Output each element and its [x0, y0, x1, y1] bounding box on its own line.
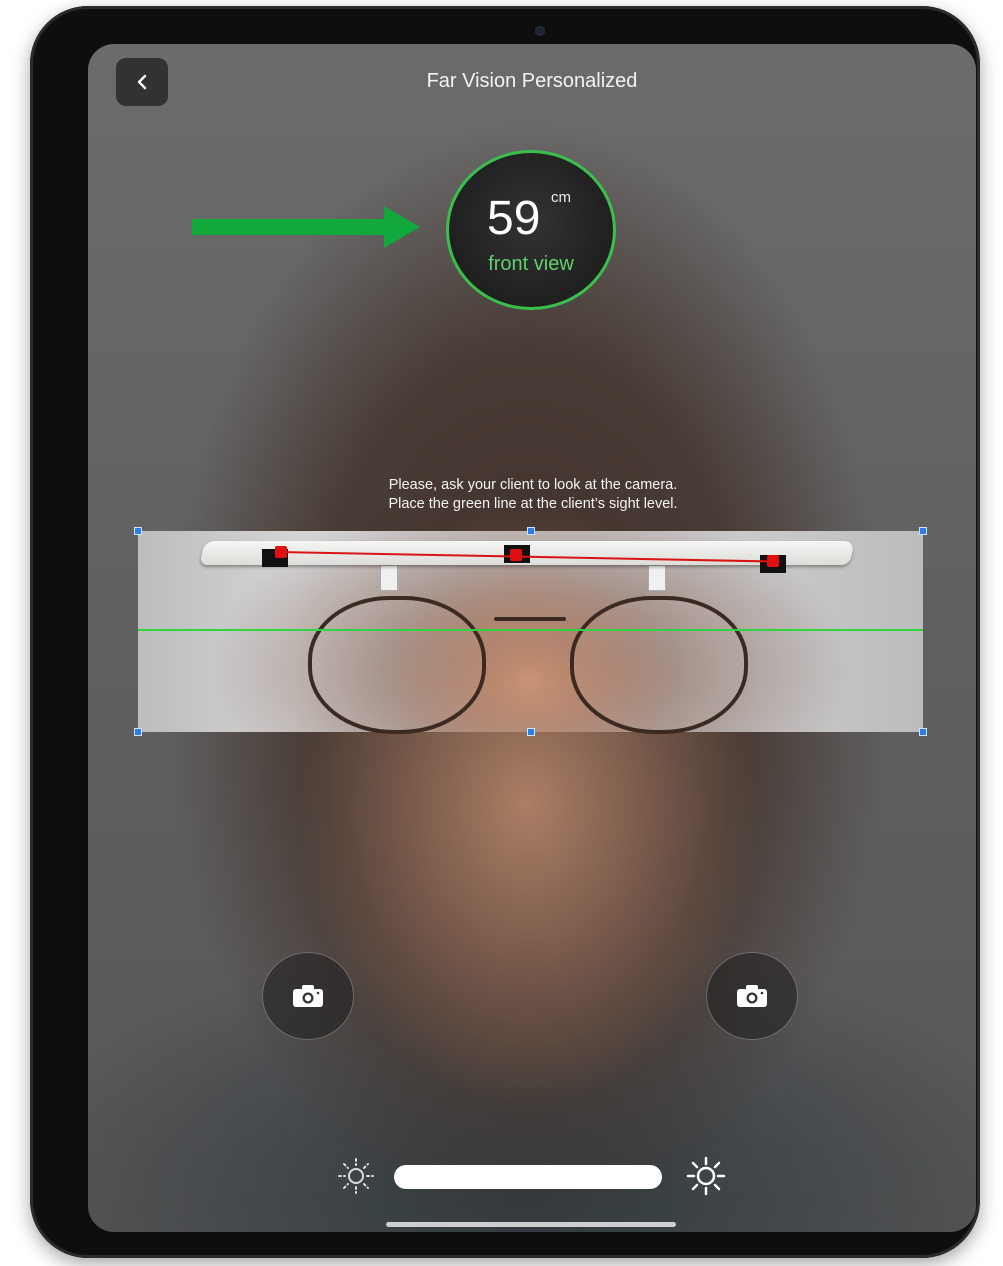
- distance-value: 59: [487, 192, 541, 245]
- frame-clip-right: [648, 565, 666, 591]
- left-camera-button[interactable]: [262, 952, 354, 1040]
- right-camera-button[interactable]: [706, 952, 798, 1040]
- home-indicator[interactable]: [386, 1222, 676, 1227]
- frame-clip-left: [380, 565, 398, 591]
- glasses-bridge: [494, 617, 566, 621]
- page-title: Far Vision Personalized: [426, 70, 638, 92]
- sun-high-icon: [686, 1156, 726, 1196]
- distance-indicator: 59 cm front view: [446, 150, 616, 310]
- crop-handle-top-right[interactable]: [919, 527, 927, 535]
- view-label: front view: [488, 253, 574, 275]
- crop-handle-bottom-center[interactable]: [527, 728, 535, 736]
- red-point-right[interactable]: [767, 555, 779, 567]
- measurement-crop-area[interactable]: [134, 527, 927, 736]
- crop-handle-top-left[interactable]: [134, 527, 142, 535]
- sight-level-line[interactable]: [138, 629, 923, 631]
- crop-handle-bottom-left[interactable]: [134, 728, 142, 736]
- tablet-device: Far Vision Personalized 59 cm front view…: [30, 6, 980, 1258]
- left-lens: [308, 596, 486, 734]
- crop-handle-top-center[interactable]: [527, 527, 535, 535]
- sun-low-icon: [338, 1158, 374, 1194]
- camera-icon: [737, 985, 767, 1007]
- instruction-text: Please, ask your client to look at the c…: [308, 476, 758, 514]
- camera-screen: Far Vision Personalized 59 cm front view…: [88, 44, 976, 1232]
- distance-unit: cm: [551, 189, 571, 206]
- brightness-slider[interactable]: [394, 1165, 662, 1189]
- red-point-center[interactable]: [510, 549, 522, 561]
- right-arrow-icon: [192, 206, 420, 248]
- instruction-line-2: Place the green line at the client’s sig…: [388, 496, 678, 512]
- crop-handle-bottom-right[interactable]: [919, 728, 927, 736]
- instruction-line-1: Please, ask your client to look at the c…: [388, 477, 678, 493]
- red-point-left[interactable]: [275, 546, 287, 558]
- camera-icon: [293, 985, 323, 1007]
- right-lens: [570, 596, 748, 734]
- front-camera-dot: [535, 26, 545, 36]
